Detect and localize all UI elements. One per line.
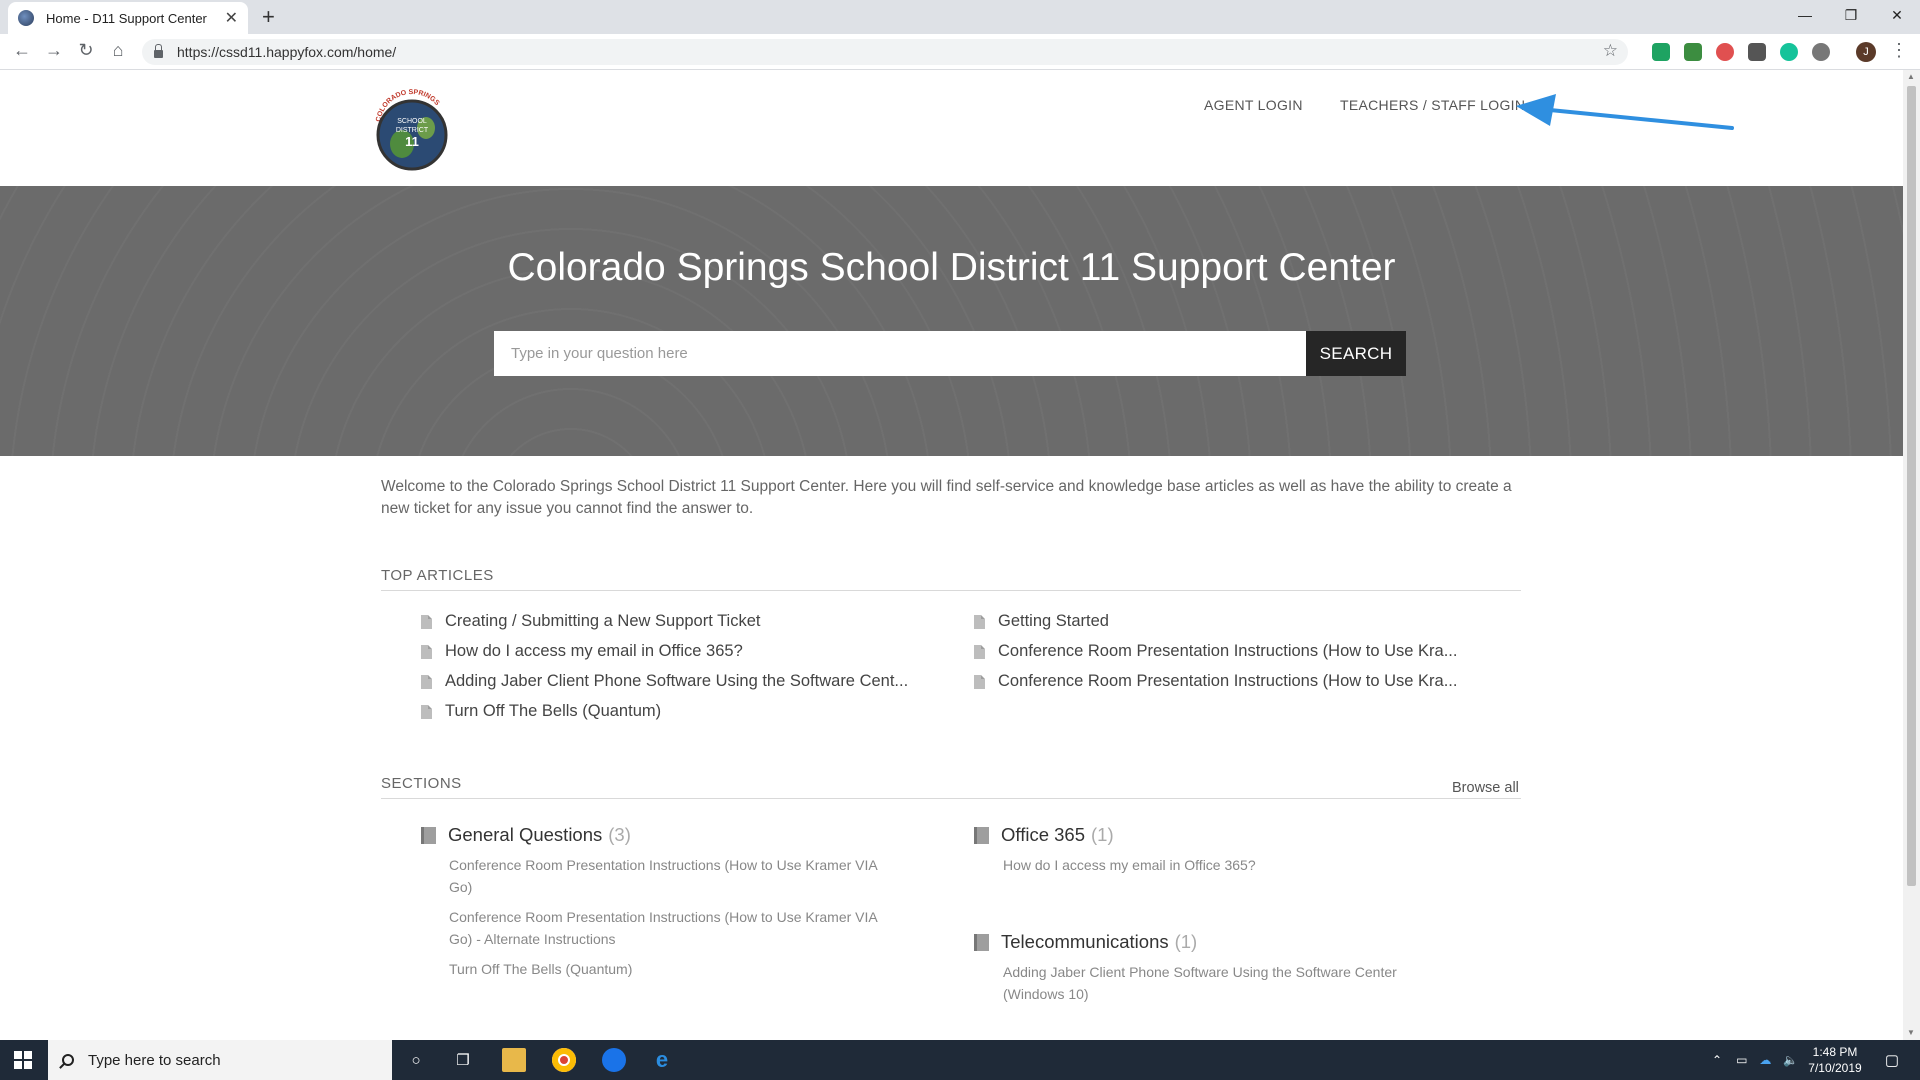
url-text: https://cssd11.happyfox.com/home/	[177, 44, 397, 60]
document-icon	[421, 674, 432, 689]
section-count: (1)	[1174, 931, 1198, 952]
section-title: Telecommunications	[1001, 931, 1169, 952]
browser-tab-strip: Home - D11 Support Center ✕ + — ❐ ✕	[0, 0, 1920, 34]
section-title: General Questions	[448, 824, 603, 845]
windows-taskbar: Type here to search ○ ❐ e ⌃ ▭ ☁ 🔈 1:48 P…	[0, 1040, 1920, 1080]
section-count: (1)	[1091, 824, 1114, 845]
tray-chevron-icon[interactable]: ⌃	[1712, 1053, 1722, 1067]
search-input[interactable]: Type in your question here	[494, 331, 1306, 376]
scroll-down-icon[interactable]: ▼	[1907, 1028, 1915, 1037]
section-article-link[interactable]: Conference Room Presentation Instruction…	[449, 854, 879, 898]
extension-qr-icon[interactable]	[1748, 43, 1766, 61]
section-article-link[interactable]: Adding Jaber Client Phone Software Using…	[1003, 961, 1423, 1005]
notification-icon[interactable]: ▢	[1880, 1048, 1904, 1072]
close-window-button[interactable]: ✕	[1874, 0, 1920, 30]
browse-all-link[interactable]: Browse all	[1452, 780, 1519, 796]
search-icon	[62, 1054, 74, 1066]
lock-icon	[154, 44, 163, 58]
section-title: Office 365	[1001, 824, 1085, 845]
sections-heading: SECTIONS	[381, 775, 1521, 799]
annotation-arrow	[1516, 94, 1734, 130]
profile-avatar[interactable]: J	[1856, 42, 1876, 62]
browser-toolbar: ← → ↻ ⌂ https://cssd11.happyfox.com/home…	[0, 34, 1920, 70]
taskbar-search-box[interactable]: Type here to search	[48, 1040, 392, 1080]
document-icon	[974, 644, 985, 659]
document-icon	[421, 614, 432, 629]
teamviewer-icon[interactable]	[602, 1048, 626, 1072]
top-articles-heading: TOP ARTICLES	[381, 567, 1521, 591]
article-link[interactable]: Getting Started	[974, 612, 1109, 631]
section-office-365[interactable]: Office 365 (1)	[974, 824, 1114, 846]
tab-title: Home - D11 Support Center	[46, 10, 207, 26]
book-icon	[974, 826, 989, 844]
cortana-icon[interactable]: ○	[404, 1048, 428, 1072]
extension-gray-icon[interactable]	[1812, 43, 1830, 61]
window-controls: — ❐ ✕	[1782, 0, 1920, 30]
extension-print-icon[interactable]	[1684, 43, 1702, 61]
section-general-questions[interactable]: General Questions (3)	[421, 824, 631, 846]
network-icon[interactable]: ▭	[1736, 1053, 1747, 1067]
search-button[interactable]: SEARCH	[1306, 331, 1406, 376]
article-link[interactable]: How do I access my email in Office 365?	[421, 642, 743, 661]
article-link[interactable]: Conference Room Presentation Instruction…	[974, 642, 1457, 661]
svg-text:11: 11	[405, 134, 419, 149]
scroll-thumb[interactable]	[1907, 86, 1916, 886]
article-link[interactable]: Creating / Submitting a New Support Tick…	[421, 612, 760, 631]
extension-grammarly-icon[interactable]	[1780, 43, 1798, 61]
internet-explorer-icon[interactable]: e	[650, 1047, 674, 1072]
welcome-text: Welcome to the Colorado Springs School D…	[381, 478, 1512, 517]
home-icon[interactable]: ⌂	[106, 40, 130, 61]
task-view-icon[interactable]: ❐	[451, 1048, 475, 1072]
start-windows-icon[interactable]	[14, 1051, 32, 1069]
hero-banner: Colorado Springs School District 11 Supp…	[0, 186, 1903, 456]
agent-login-link[interactable]: AGENT LOGIN	[1204, 97, 1303, 113]
reload-icon[interactable]: ↻	[74, 40, 98, 61]
close-tab-icon[interactable]: ✕	[225, 8, 238, 28]
section-article-link[interactable]: How do I access my email in Office 365?	[1003, 854, 1423, 876]
scroll-up-icon[interactable]: ▲	[1907, 72, 1915, 81]
section-count: (3)	[608, 824, 631, 845]
back-icon[interactable]: ←	[10, 40, 34, 61]
chrome-icon[interactable]	[552, 1048, 576, 1072]
minimize-button[interactable]: —	[1782, 0, 1828, 30]
restore-button[interactable]: ❐	[1828, 0, 1874, 30]
extension-red-icon[interactable]	[1716, 43, 1734, 61]
book-icon	[974, 933, 989, 951]
system-tray: ⌃ ▭ ☁ 🔈	[1712, 1040, 1798, 1080]
menu-kebab-icon[interactable]: ⋮	[1890, 40, 1908, 61]
new-tab-button[interactable]: +	[262, 4, 275, 30]
svg-text:DISTRICT: DISTRICT	[396, 127, 429, 134]
taskbar-clock[interactable]: 1:48 PM 7/10/2019	[1790, 1044, 1880, 1076]
section-article-link[interactable]: Turn Off The Bells (Quantum)	[449, 958, 879, 980]
forward-icon[interactable]: →	[42, 40, 66, 61]
favicon-icon	[18, 10, 34, 26]
file-explorer-icon[interactable]	[502, 1048, 526, 1072]
document-icon	[421, 644, 432, 659]
address-bar[interactable]: https://cssd11.happyfox.com/home/ ☆	[142, 39, 1628, 65]
bookmark-star-icon[interactable]: ☆	[1603, 41, 1618, 61]
svg-text:SCHOOL: SCHOOL	[397, 118, 427, 125]
browser-tab[interactable]: Home - D11 Support Center ✕	[8, 2, 248, 34]
district-logo[interactable]: COLORADO SPRINGS SCHOOL DISTRICT 11	[372, 82, 452, 177]
book-icon	[421, 826, 436, 844]
page-viewport: COLORADO SPRINGS SCHOOL DISTRICT 11 AGEN…	[0, 70, 1903, 1040]
page-title: Colorado Springs School District 11 Supp…	[507, 246, 1396, 289]
article-link[interactable]: Turn Off The Bells (Quantum)	[421, 702, 661, 721]
section-telecommunications[interactable]: Telecommunications (1)	[974, 931, 1197, 953]
section-article-link[interactable]: Conference Room Presentation Instruction…	[449, 906, 879, 950]
article-link[interactable]: Adding Jaber Client Phone Software Using…	[421, 672, 908, 691]
document-icon	[974, 614, 985, 629]
document-icon	[974, 674, 985, 689]
article-link[interactable]: Conference Room Presentation Instruction…	[974, 672, 1457, 691]
staff-login-link[interactable]: TEACHERS / STAFF LOGIN	[1340, 97, 1525, 113]
page-scrollbar[interactable]: ▲ ▼	[1903, 70, 1920, 1040]
document-icon	[421, 704, 432, 719]
onedrive-icon[interactable]: ☁	[1759, 1053, 1771, 1067]
extension-grammar-icon[interactable]	[1652, 43, 1670, 61]
